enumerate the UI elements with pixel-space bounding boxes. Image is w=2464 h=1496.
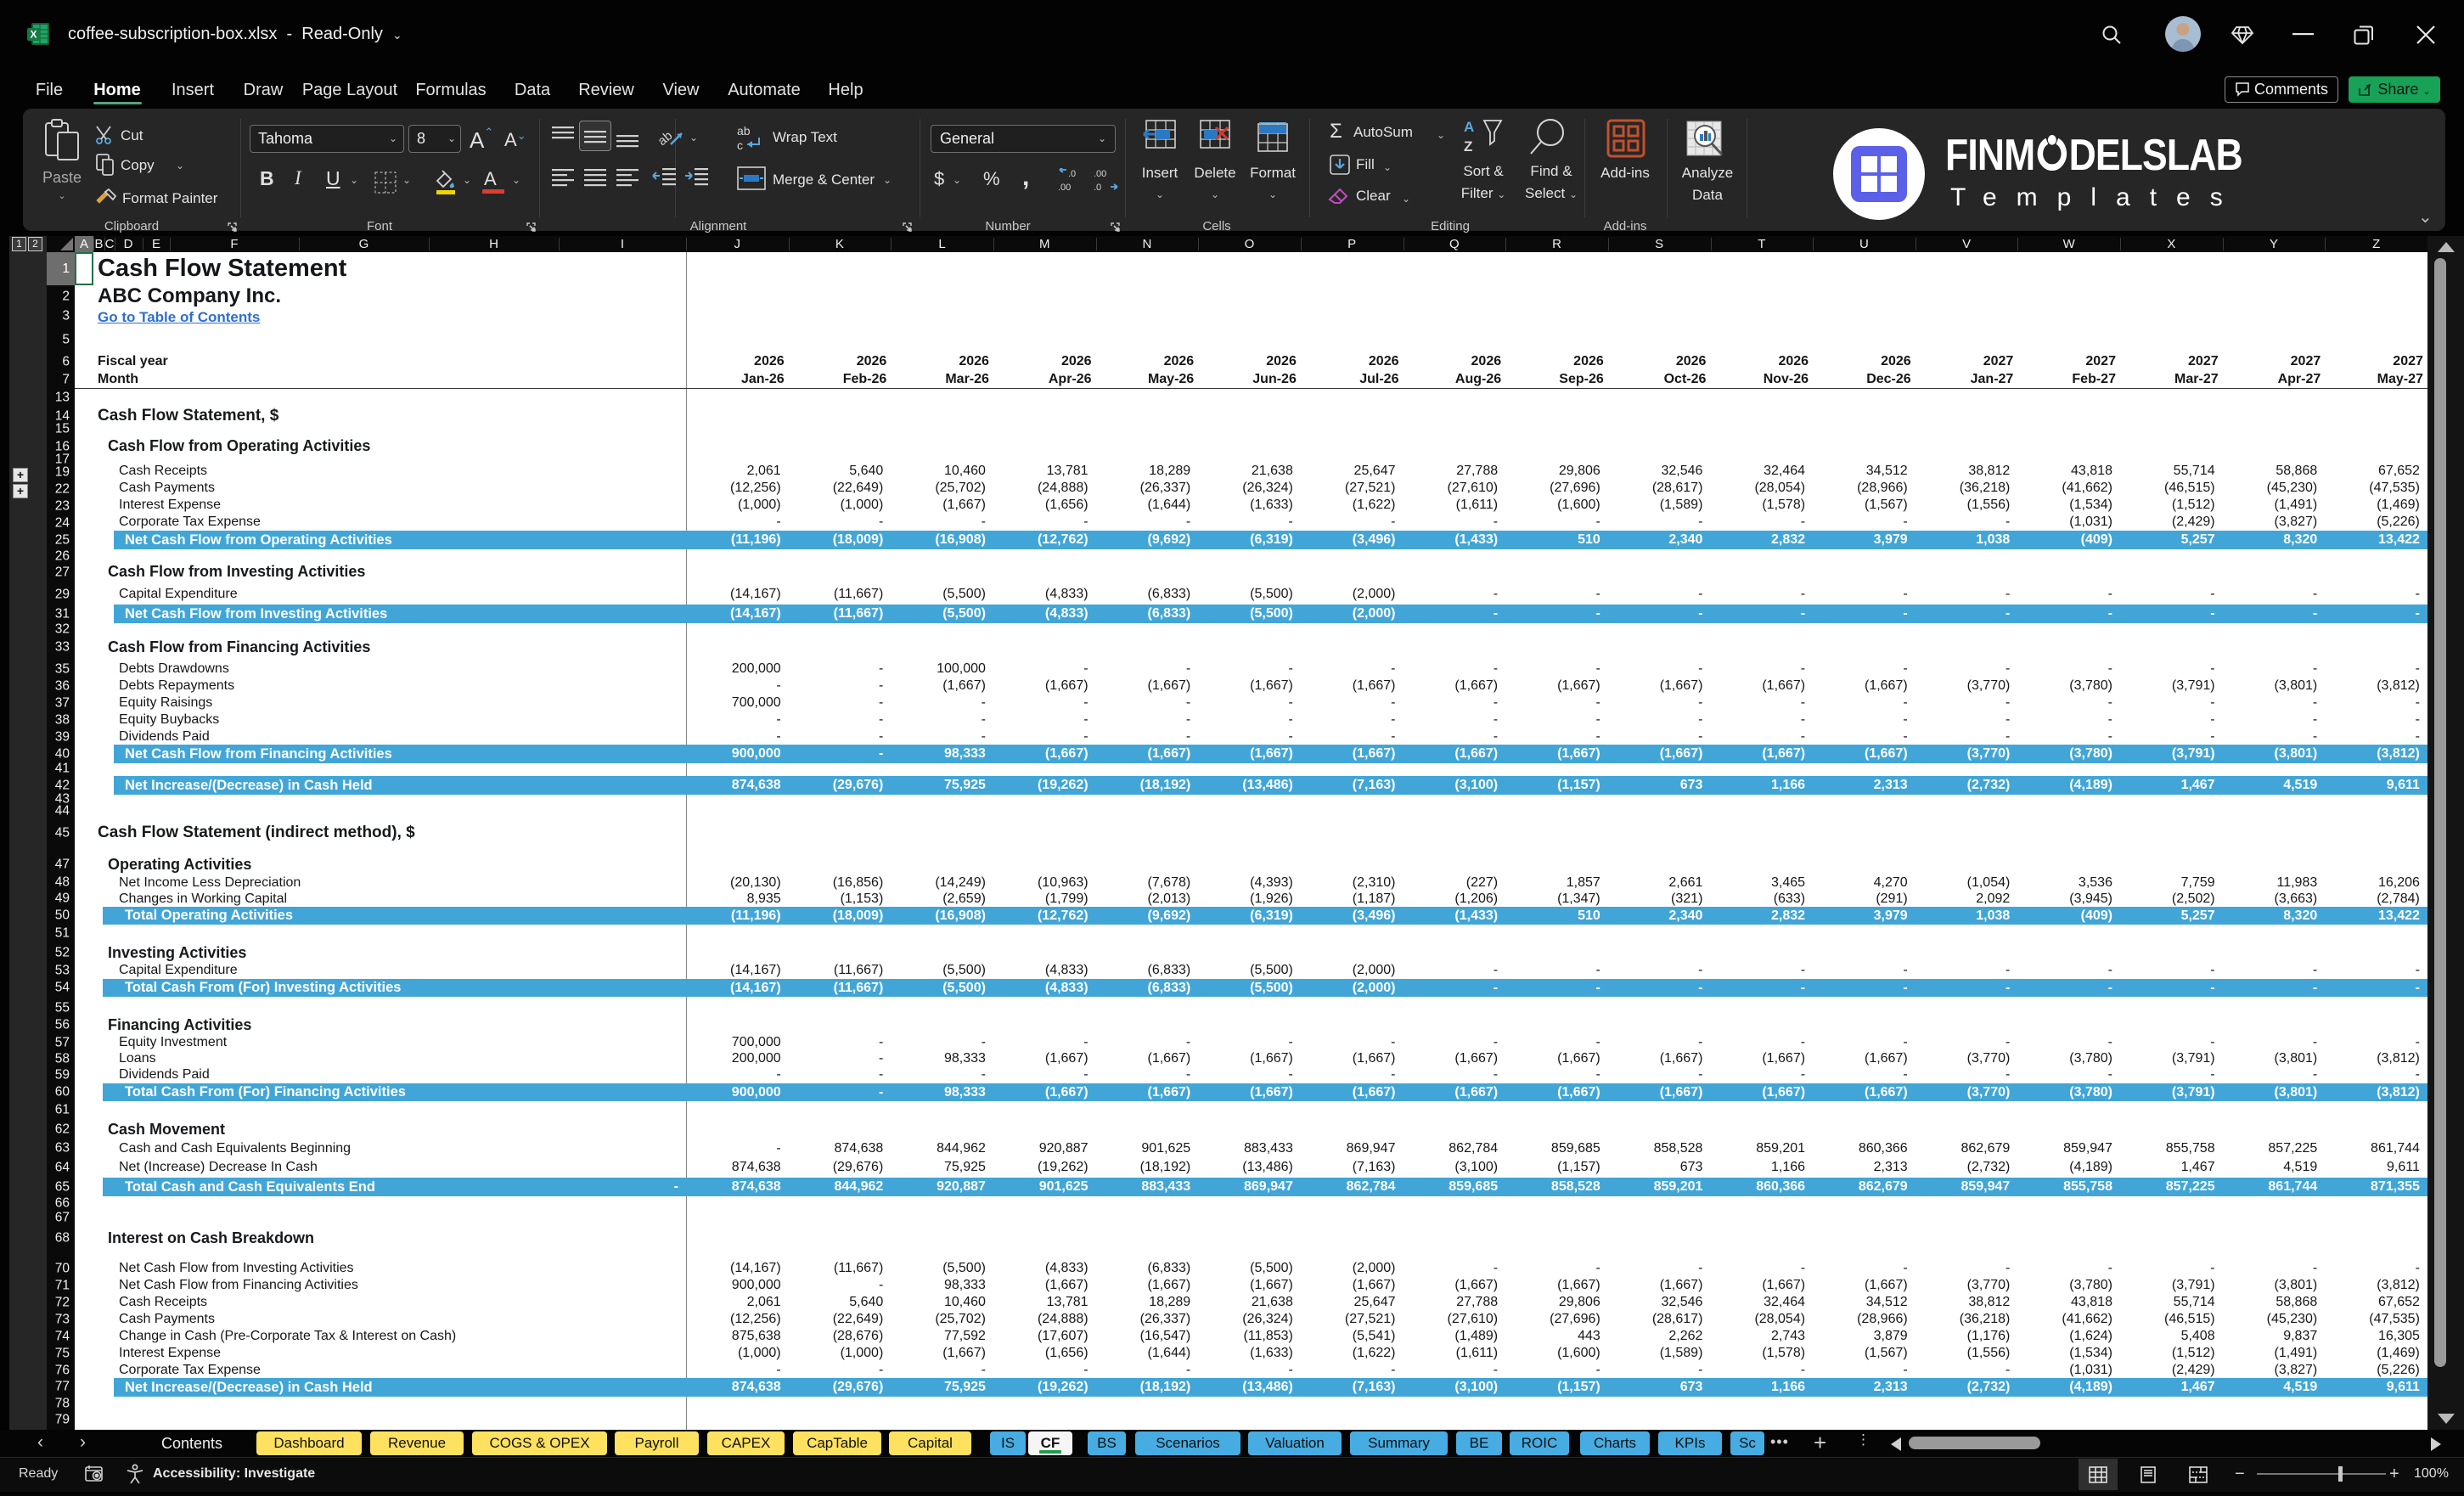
svg-text:A: A: [1464, 119, 1474, 135]
svg-text:c: c: [737, 138, 743, 151]
svg-text:Z: Z: [1464, 138, 1472, 155]
svg-text:.00: .00: [1058, 183, 1071, 193]
svg-text:ab: ab: [737, 124, 751, 138]
svg-text:ab: ab: [659, 128, 675, 149]
svg-text:.0: .0: [1094, 183, 1101, 193]
svg-text:.00: .00: [1094, 169, 1106, 179]
svg-text:.0: .0: [1068, 169, 1076, 179]
svg-text:X: X: [30, 29, 37, 41]
